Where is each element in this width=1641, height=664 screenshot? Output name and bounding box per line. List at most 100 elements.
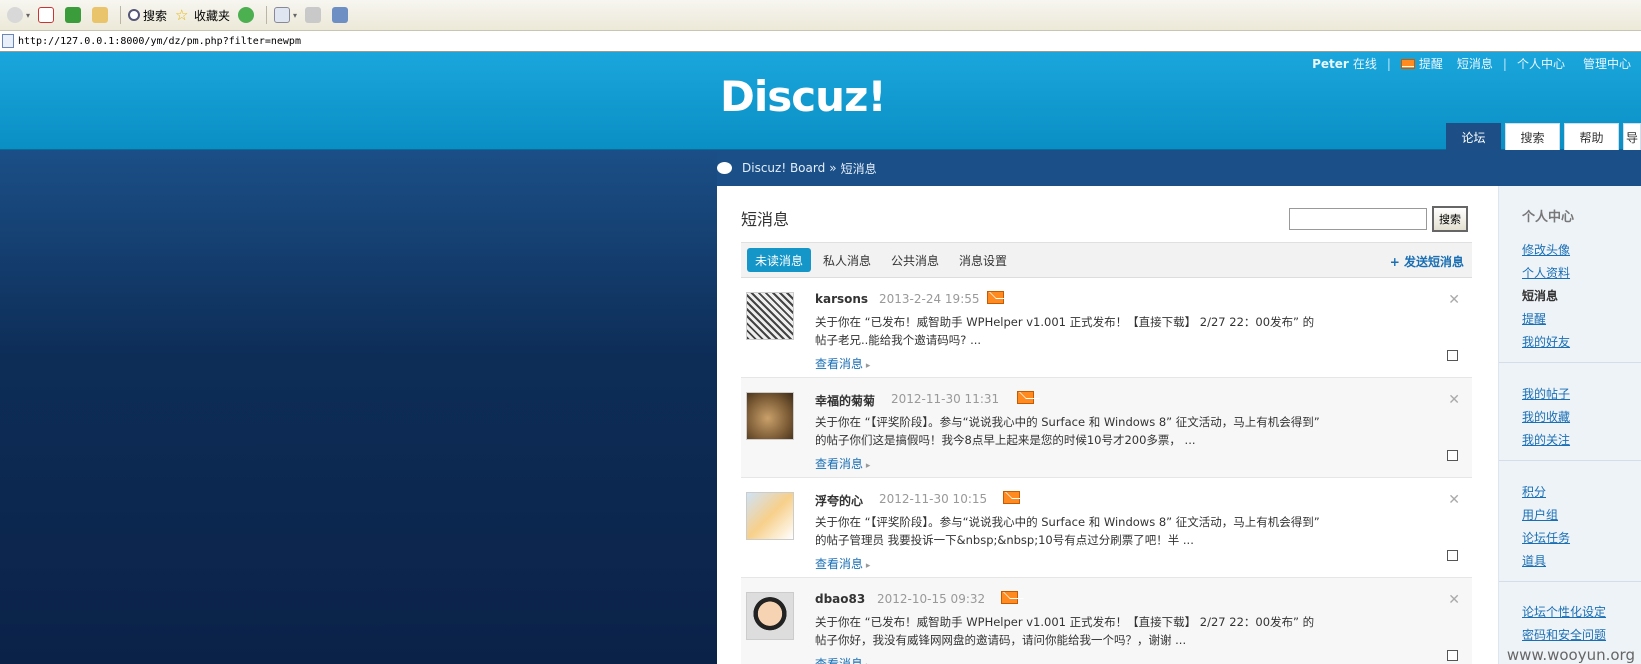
home-icon [92, 7, 109, 23]
sidebar-item-remind[interactable]: 提醒 [1522, 310, 1546, 327]
print-button[interactable] [302, 4, 327, 26]
remind-link[interactable]: 提醒 [1419, 55, 1443, 72]
edit-button[interactable] [329, 4, 354, 26]
sender-name[interactable]: 浮夸的心 [815, 492, 863, 509]
sidebar-item-profile[interactable]: 个人资料 [1522, 264, 1570, 281]
send-pm-link[interactable]: + 发送短消息 [1390, 253, 1464, 270]
favorites-label: 收藏夹 [194, 8, 231, 23]
view-message-link[interactable]: 查看消息 [815, 355, 870, 372]
tab-unread[interactable]: 未读消息 [747, 248, 812, 272]
user-center-sidebar: 个人中心 修改头像 个人资料 短消息 提醒 我的好友 我的帖子 我的收藏 我的关… [1498, 186, 1641, 664]
main-nav-tabs: 论坛 搜索 帮助 导 [1446, 123, 1641, 150]
history-icon [238, 7, 255, 23]
envelope-icon [1001, 591, 1018, 604]
refresh-icon [65, 7, 82, 23]
history-button[interactable] [235, 4, 260, 26]
view-message-link[interactable]: 查看消息 [815, 555, 870, 572]
refresh-button[interactable] [62, 4, 87, 26]
view-message-link[interactable]: 查看消息 [815, 655, 870, 664]
tab-private[interactable]: 私人消息 [815, 248, 879, 272]
watermark: www.wooyun.org [1506, 646, 1635, 664]
home-button[interactable] [89, 4, 114, 26]
sidebar-item-credits[interactable]: 积分 [1522, 483, 1546, 500]
message-date: 2012-10-15 09:32 [877, 592, 986, 606]
sender-name[interactable]: dbao83 [815, 592, 865, 606]
tab-more[interactable]: 导 [1623, 123, 1641, 150]
pm-link[interactable]: 短消息 [1457, 55, 1493, 72]
usercenter-link[interactable]: 个人中心 [1517, 55, 1565, 72]
envelope-icon [1017, 391, 1034, 404]
avatar[interactable] [746, 592, 794, 640]
sidebar-item-pm[interactable]: 短消息 [1522, 287, 1558, 304]
nav-divider: | [1502, 56, 1507, 71]
site-logo[interactable]: Discuz! [720, 72, 887, 121]
close-icon[interactable]: ✕ [1448, 392, 1460, 408]
tab-search[interactable]: 搜索 [1505, 123, 1560, 150]
search-button[interactable]: 搜索 [1432, 206, 1468, 232]
search-toolbar-button[interactable]: 搜索 [125, 4, 170, 26]
toolbar-divider [120, 6, 122, 24]
main-content: 短消息 搜索 未读消息 私人消息 公共消息 消息设置 + 发送短消息 karso… [717, 186, 1498, 664]
stop-icon [38, 7, 55, 23]
tab-settings[interactable]: 消息设置 [951, 248, 1015, 272]
tab-forum[interactable]: 论坛 [1446, 123, 1501, 150]
nav-divider: | [1386, 56, 1391, 71]
list-item: 浮夸的心 2012-11-30 10:15 关于你在 “【评奖阶段】。参与“说说… [741, 478, 1472, 578]
sidebar-item-tasks[interactable]: 论坛任务 [1522, 529, 1570, 546]
select-checkbox[interactable] [1447, 350, 1458, 361]
breadcrumb-home[interactable]: Discuz! Board [742, 161, 825, 175]
username-link[interactable]: Peter [1312, 57, 1349, 71]
favorites-button[interactable]: ☆ 收藏夹 [172, 4, 233, 26]
sidebar-divider [1499, 581, 1641, 582]
view-message-link[interactable]: 查看消息 [815, 455, 870, 472]
pm-list: karsons 2013-2-24 19:55 关于你在 “已发布！威智助手 W… [741, 278, 1472, 664]
tab-help[interactable]: 帮助 [1564, 123, 1619, 150]
address-bar[interactable]: http://127.0.0.1:8000/ym/dz/pm.php?filte… [0, 31, 1641, 52]
dropdown-icon: ▾ [26, 10, 31, 20]
dropdown-icon: ▾ [293, 10, 298, 20]
admin-link[interactable]: 管理中心 [1583, 55, 1631, 72]
sidebar-item-friends[interactable]: 我的好友 [1522, 333, 1570, 350]
sidebar-divider [1499, 362, 1641, 363]
pm-search-input[interactable] [1289, 208, 1427, 230]
select-checkbox[interactable] [1447, 650, 1458, 661]
page-icon [2, 34, 14, 48]
list-item: dbao83 2012-10-15 09:32 关于你在 “已发布！威智助手 W… [741, 578, 1472, 664]
edit-page-icon [332, 7, 349, 23]
select-checkbox[interactable] [1447, 550, 1458, 561]
envelope-icon [987, 291, 1004, 304]
back-button[interactable]: ▾ [4, 4, 33, 26]
sidebar-item-usergroup[interactable]: 用户组 [1522, 506, 1558, 523]
sender-name[interactable]: karsons [815, 292, 868, 306]
sidebar-item-personalize[interactable]: 论坛个性化设定 [1522, 603, 1606, 620]
pm-tabbar: 未读消息 私人消息 公共消息 消息设置 + 发送短消息 [741, 242, 1472, 278]
message-summary: 关于你在 “已发布！威智助手 WPHelper v1.001 正式发布！【直接下… [815, 615, 1315, 647]
speech-bubble-icon [717, 162, 732, 174]
tab-public[interactable]: 公共消息 [883, 248, 947, 272]
avatar[interactable] [746, 292, 794, 340]
sidebar-item-favorites[interactable]: 我的收藏 [1522, 408, 1570, 425]
sidebar-item-follow[interactable]: 我的关注 [1522, 431, 1570, 448]
address-url[interactable]: http://127.0.0.1:8000/ym/dz/pm.php?filte… [18, 36, 301, 47]
online-status: 在线 [1352, 57, 1377, 71]
top-user-nav: Peter 在线 | 提醒 短消息 | 个人中心 管理中心 [1312, 55, 1631, 72]
sidebar-item-security[interactable]: 密码和安全问题 [1522, 626, 1606, 643]
toolbar-divider [266, 6, 268, 24]
sidebar-item-magic[interactable]: 道具 [1522, 552, 1546, 569]
sender-name[interactable]: 幸福的菊菊 [815, 392, 875, 409]
select-checkbox[interactable] [1447, 450, 1458, 461]
sidebar-divider [1499, 460, 1641, 461]
stop-button[interactable] [35, 4, 60, 26]
close-icon[interactable]: ✕ [1448, 492, 1460, 508]
sidebar-item-threads[interactable]: 我的帖子 [1522, 385, 1570, 402]
avatar[interactable] [746, 492, 794, 540]
close-icon[interactable]: ✕ [1448, 592, 1460, 608]
message-date: 2012-11-30 10:15 [879, 492, 988, 506]
mail-button[interactable]: ▾ [271, 4, 300, 26]
avatar[interactable] [746, 392, 794, 440]
sidebar-item-avatar[interactable]: 修改头像 [1522, 241, 1570, 258]
site-header: Discuz! Peter 在线 | 提醒 短消息 | 个人中心 管理中心 论坛… [0, 52, 1641, 150]
breadcrumb-current: 短消息 [840, 161, 877, 176]
close-icon[interactable]: ✕ [1448, 292, 1460, 308]
envelope-icon [1400, 58, 1415, 69]
